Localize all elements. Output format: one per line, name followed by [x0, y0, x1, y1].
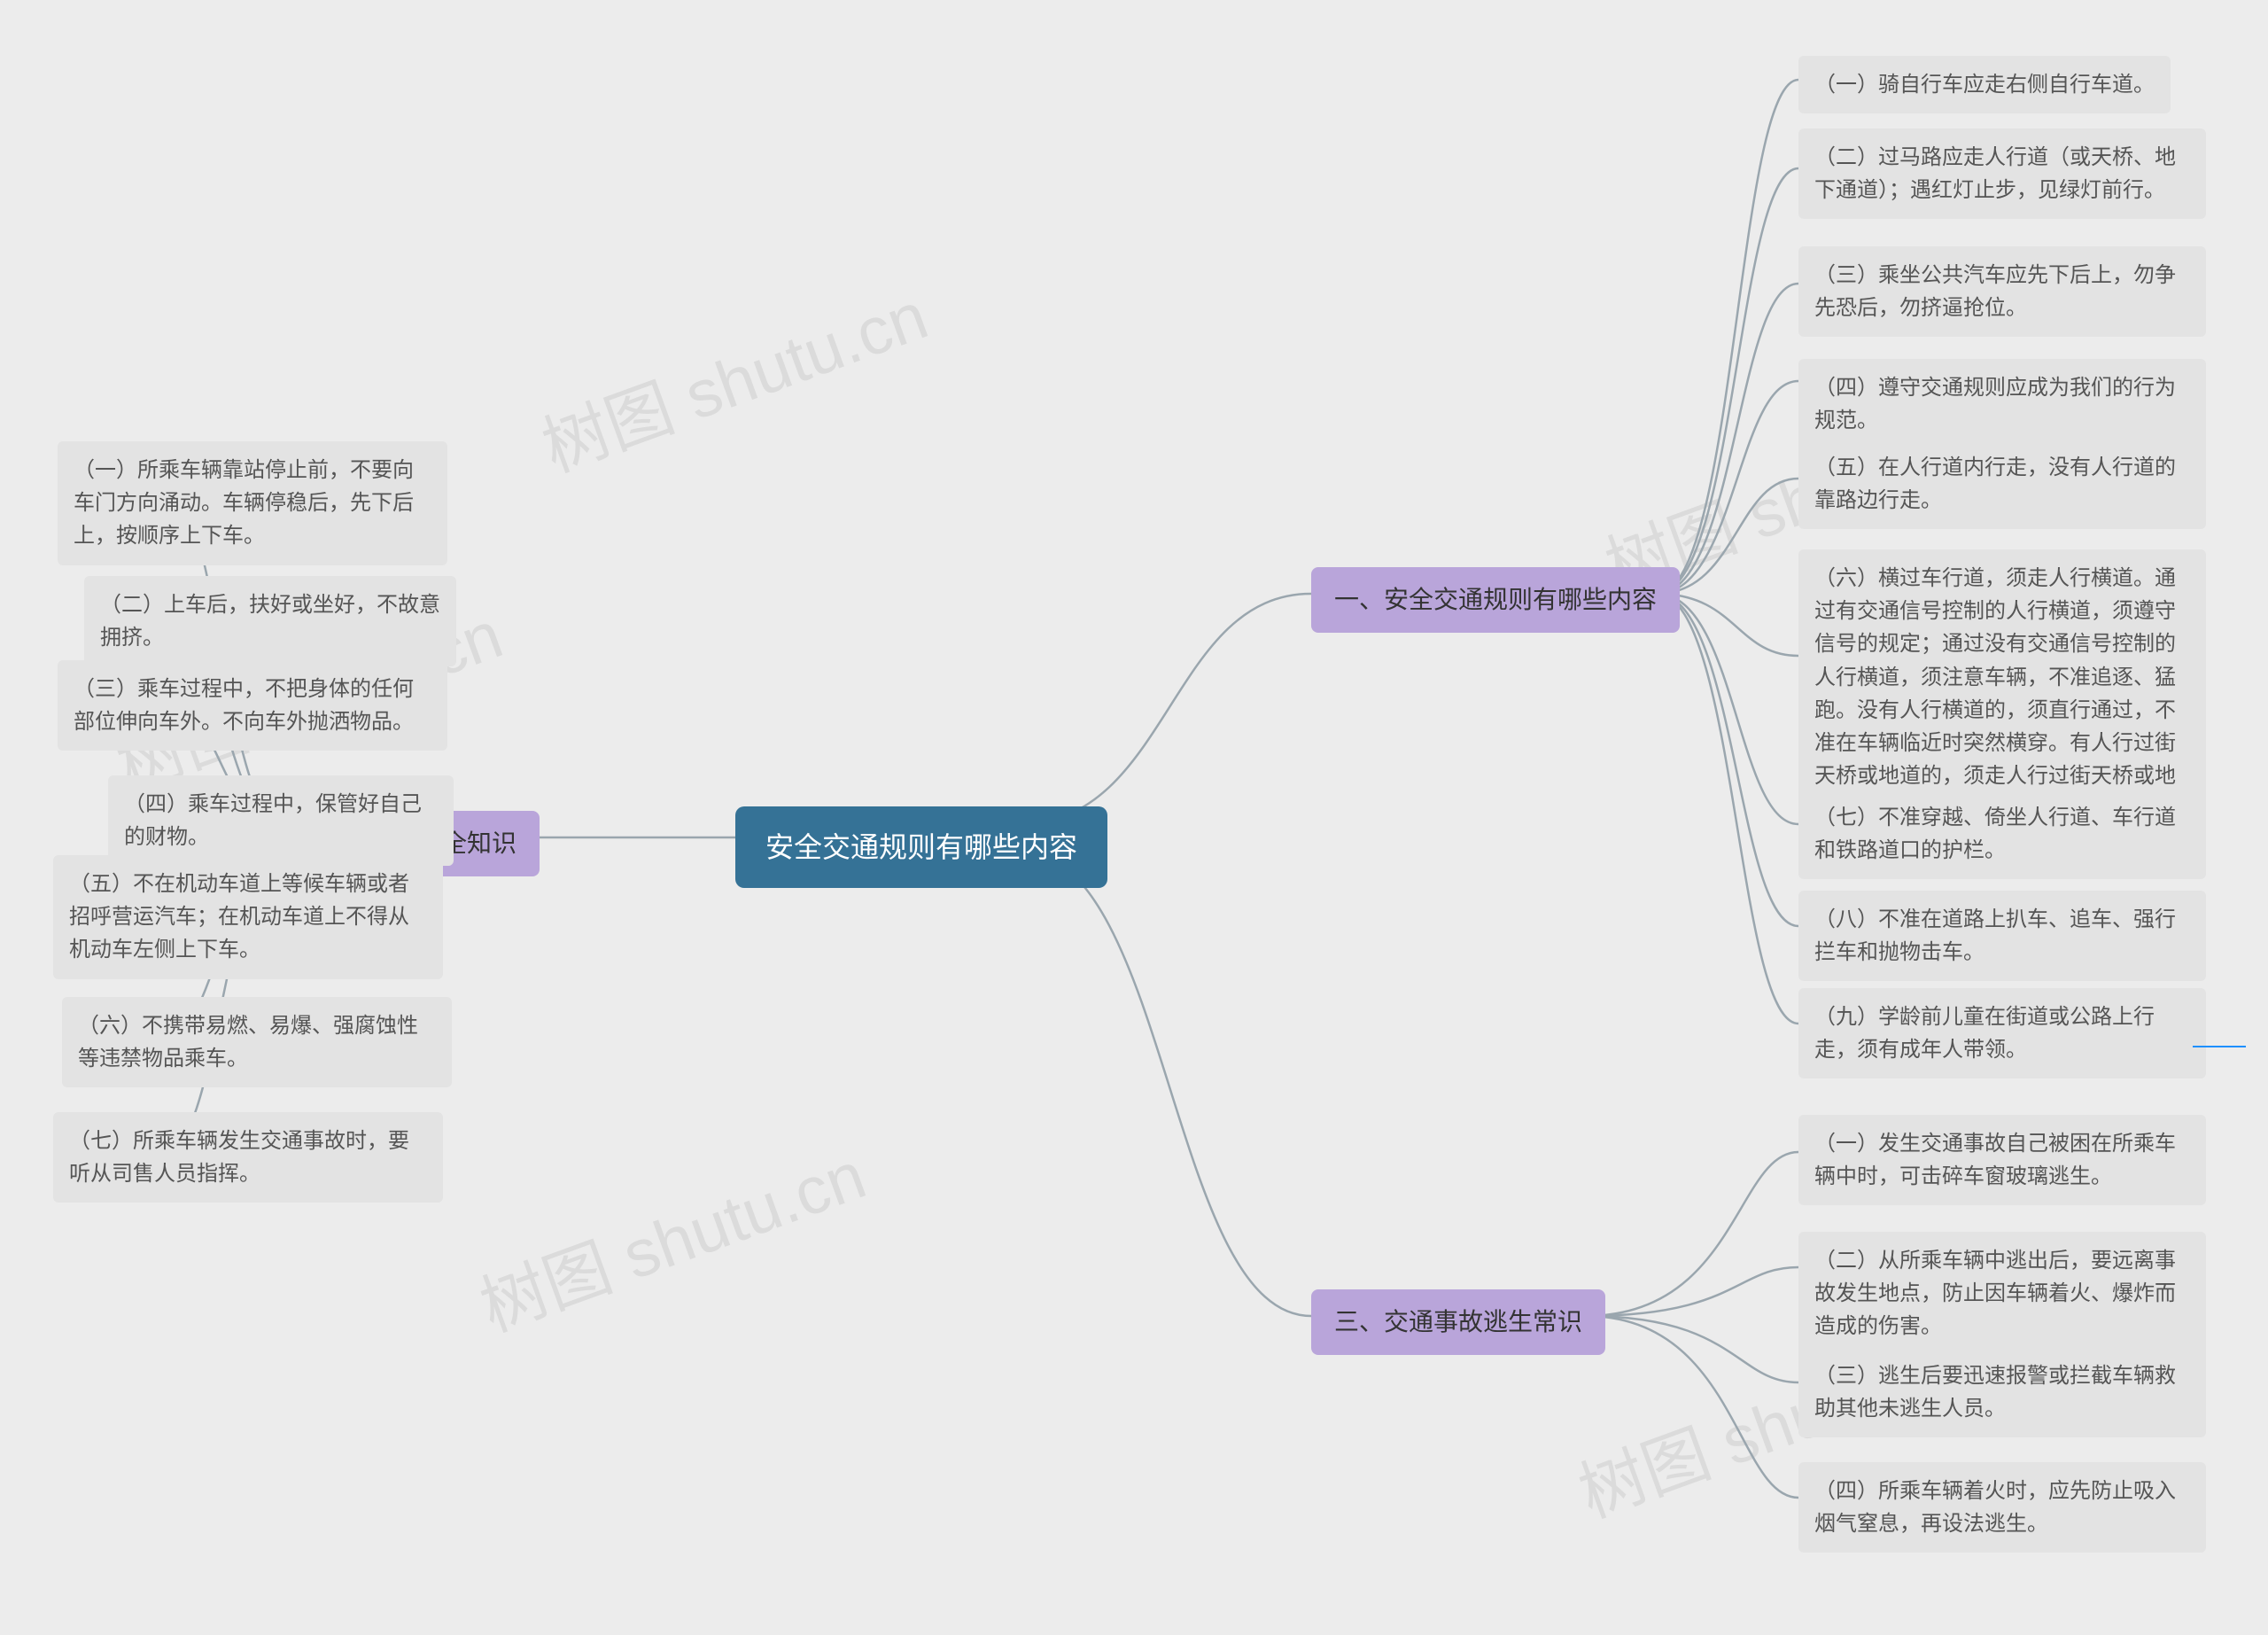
branch-node-1[interactable]: 一、安全交通规则有哪些内容 [1311, 567, 1680, 633]
watermark: 树图 shutu.cn [465, 1122, 876, 1351]
leaf-2-7[interactable]: （七）所乘车辆发生交通事故时，要听从司售人员指挥。 [53, 1112, 443, 1203]
leaf-2-1[interactable]: （一）所乘车辆靠站停止前，不要向车门方向涌动。车辆停稳后，先下后上，按顺序上下车… [58, 441, 447, 565]
leaf-2-6[interactable]: （六）不携带易燃、易爆、强腐蚀性等违禁物品乘车。 [62, 997, 452, 1087]
leaf-3-3[interactable]: （三）逃生后要迅速报警或拦截车辆救助其他未逃生人员。 [1798, 1347, 2206, 1437]
leaf-1-5[interactable]: （五）在人行道内行走，没有人行道的靠路边行走。 [1798, 439, 2206, 529]
leaf-1-7[interactable]: （七）不准穿越、倚坐人行道、车行道和铁路道口的护栏。 [1798, 789, 2206, 879]
leaf-1-3[interactable]: （三）乘坐公共汽车应先下后上，勿争先恐后，勿挤逼抢位。 [1798, 246, 2206, 337]
leaf-2-3[interactable]: （三）乘车过程中，不把身体的任何部位伸向车外。不向车外抛洒物品。 [58, 660, 447, 751]
leaf-2-5[interactable]: （五）不在机动车道上等候车辆或者招呼营运汽车；在机动车道上不得从机动车左侧上下车… [53, 855, 443, 979]
leaf-1-2[interactable]: （二）过马路应走人行道（或天桥、地下通道）；遇红灯止步，见绿灯前行。 [1798, 128, 2206, 219]
leaf-1-1[interactable]: （一）骑自行车应走右侧自行车道。 [1798, 56, 2171, 113]
leaf-1-8[interactable]: （八）不准在道路上扒车、追车、强行拦车和抛物击车。 [1798, 891, 2206, 981]
highlight-underline [2193, 1046, 2246, 1047]
root-node[interactable]: 安全交通规则有哪些内容 [735, 806, 1107, 888]
watermark: 树图 shutu.cn [527, 262, 938, 491]
leaf-1-4[interactable]: （四）遵守交通规则应成为我们的行为规范。 [1798, 359, 2206, 449]
leaf-2-4[interactable]: （四）乘车过程中，保管好自己的财物。 [108, 775, 454, 866]
leaf-3-2[interactable]: （二）从所乘车辆中逃出后，要远离事故发生地点，防止因车辆着火、爆炸而造成的伤害。 [1798, 1232, 2206, 1356]
branch-node-3[interactable]: 三、交通事故逃生常识 [1311, 1289, 1605, 1355]
leaf-3-4[interactable]: （四）所乘车辆着火时，应先防止吸入烟气窒息，再设法逃生。 [1798, 1462, 2206, 1553]
leaf-3-1[interactable]: （一）发生交通事故自己被困在所乘车辆中时，可击碎车窗玻璃逃生。 [1798, 1115, 2206, 1205]
leaf-1-9[interactable]: （九）学龄前儿童在街道或公路上行走，须有成年人带领。 [1798, 988, 2206, 1078]
leaf-2-2[interactable]: （二）上车后，扶好或坐好，不故意拥挤。 [84, 576, 456, 666]
